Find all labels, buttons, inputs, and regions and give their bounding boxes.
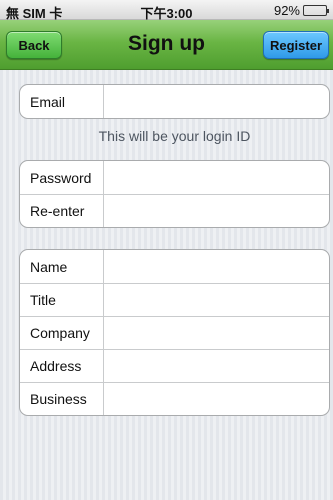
address-row: Address (20, 349, 329, 382)
register-button[interactable]: Register (263, 31, 329, 59)
email-field[interactable] (104, 85, 329, 118)
name-row: Name (20, 250, 329, 283)
email-label: Email (20, 85, 104, 118)
password-field[interactable] (104, 161, 329, 194)
battery-percent: 92% (273, 3, 300, 18)
email-hint: This will be your login ID (98, 128, 251, 144)
name-field[interactable] (104, 250, 329, 283)
email-row: Email (20, 85, 329, 118)
address-label: Address (20, 350, 104, 382)
battery-icon (303, 5, 329, 16)
name-label: Name (20, 250, 104, 283)
password-label: Password (20, 161, 104, 194)
title-field[interactable] (104, 284, 329, 316)
business-label: Business (20, 383, 104, 415)
profile-group: Name Title Company Address Business (19, 249, 330, 416)
business-field[interactable] (104, 383, 329, 415)
reenter-password-field[interactable] (104, 195, 329, 227)
business-row: Business (20, 382, 329, 415)
reenter-label: Re-enter (20, 195, 104, 227)
status-bar: 無 SIM 卡 下午3:00 92% (0, 0, 333, 21)
address-field[interactable] (104, 350, 329, 382)
title-row: Title (20, 283, 329, 316)
title-label: Title (20, 284, 104, 316)
company-row: Company (20, 316, 329, 349)
email-group: Email (19, 84, 330, 119)
company-label: Company (20, 317, 104, 349)
navigation-bar: Back Sign up Register (0, 20, 333, 70)
reenter-row: Re-enter (20, 194, 329, 227)
password-row: Password (20, 161, 329, 194)
password-group: Password Re-enter (19, 160, 330, 228)
battery-status: 92% (273, 3, 329, 18)
company-field[interactable] (104, 317, 329, 349)
